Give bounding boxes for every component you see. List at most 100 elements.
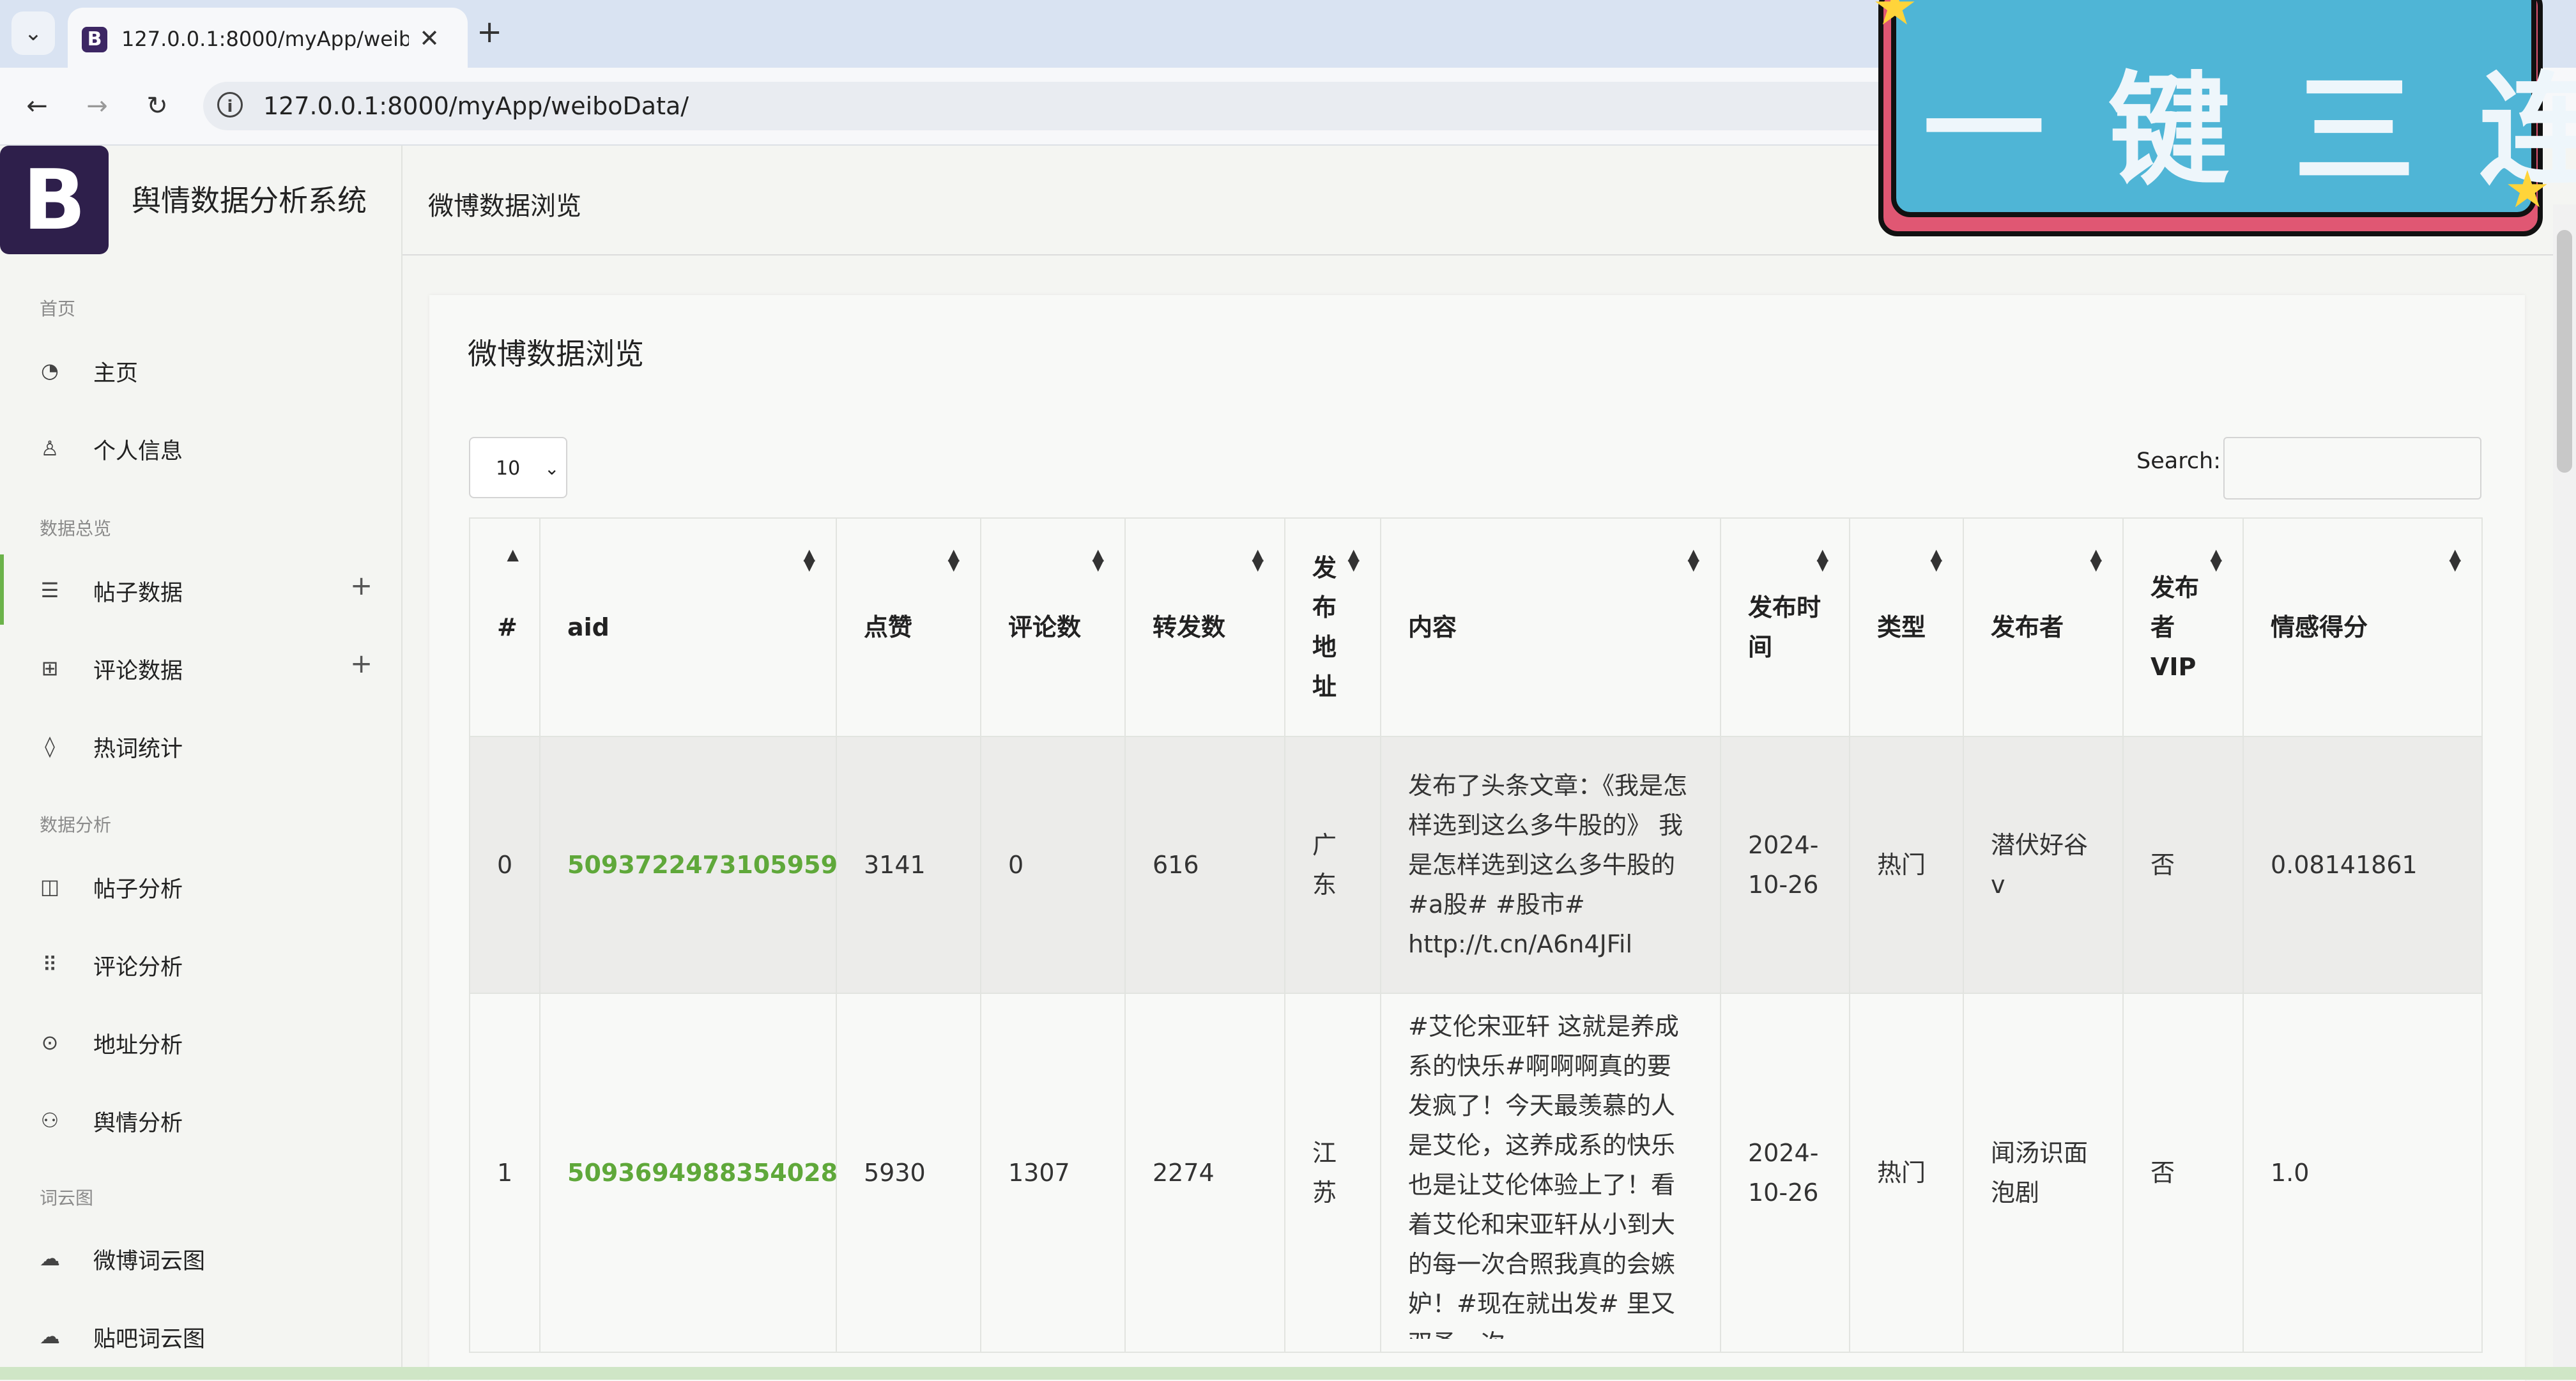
section-label-home: 首页 [40, 298, 76, 319]
column-header[interactable]: ▲ ▼ 转发数 [1124, 517, 1285, 737]
grid-icon: ⠿ [42, 952, 57, 977]
reload-icon[interactable]: ↻ [135, 84, 179, 128]
cell-location: 江苏 [1284, 993, 1381, 1353]
sidebar-item-weibo-wordcloud[interactable]: ☁ 微博词云图 [0, 1223, 401, 1293]
cell-likes: 5930 [836, 993, 981, 1353]
sort-icon: ▲ ▼ [1092, 546, 1104, 574]
sidebar-item-comment-data[interactable]: ⊞ 评论数据 + [0, 632, 401, 703]
column-header[interactable]: ▲ ▼ 类型 [1849, 517, 1964, 737]
data-card: 微博数据浏览 10 ⌄ Search: ▲ # ▲ ▼ aid ▲ ▼ 点赞 ▲ ▼ 评论数 … [429, 295, 2525, 1381]
list-icon: ☰ [40, 578, 59, 602]
sidebar-item-label: 个人信息 [93, 439, 183, 464]
expand-plus-icon[interactable]: + [350, 648, 372, 679]
cell-comments: 0 [980, 736, 1126, 994]
card-title: 微博数据浏览 [468, 337, 644, 371]
table-header-row: ▲ # ▲ ▼ aid ▲ ▼ 点赞 ▲ ▼ 评论数 ▲ ▼ 转发数 ▲ ▼ 发布地址 ▲ ▼ 内容 ▲ ▼… [469, 517, 2483, 737]
column-header[interactable]: ▲ ▼ 情感得分 [2242, 517, 2483, 737]
sidebar-item-label: 主页 [93, 361, 139, 386]
sidebar-item-location-analysis[interactable]: ⊙ 地址分析 [0, 1007, 401, 1077]
cell-reposts: 2274 [1124, 993, 1285, 1353]
sort-icon: ▲ ▼ [2449, 546, 2461, 574]
cell-index: 1 [469, 993, 540, 1353]
sidebar-item-label: 评论分析 [93, 955, 183, 980]
cell-aid-link[interactable]: 5093722473105959 [539, 736, 838, 994]
section-label-analysis: 数据分析 [40, 814, 112, 835]
sort-icon: ▲ [507, 546, 519, 563]
column-header[interactable]: ▲ ▼ 发布时间 [1720, 517, 1850, 737]
cell-likes: 3141 [836, 736, 981, 994]
book-icon: ⊞ [41, 656, 59, 680]
cell-type: 热门 [1849, 993, 1964, 1353]
site-info-icon[interactable]: i [217, 92, 243, 118]
cell-date: 2024-10-26 [1720, 993, 1850, 1353]
column-header[interactable]: ▲ # [469, 517, 540, 737]
sidebar-item-sentiment-analysis[interactable]: ⚇ 舆情分析 [0, 1085, 401, 1155]
sort-icon: ▲ ▼ [1687, 546, 1699, 574]
cell-content: #艾伦宋亚轩 这就是养成系的快乐#啊啊啊真的要发疯了！今天最羡慕的人是艾伦，这养… [1380, 993, 1721, 1353]
sidebar-item-hotword[interactable]: ◊ 热词统计 [0, 710, 401, 781]
sidebar-item-home[interactable]: ◔ 主页 [0, 335, 401, 405]
flame-icon: ◊ [45, 734, 55, 758]
column-header[interactable]: ▲ ▼ 发布者 [1963, 517, 2124, 737]
section-label-overview: 数据总览 [40, 518, 112, 539]
cell-aid-link[interactable]: 5093694988354028 [539, 993, 838, 1353]
column-header[interactable]: ▲ ▼ 发布者VIP [2122, 517, 2244, 737]
expand-plus-icon[interactable]: + [350, 570, 372, 601]
star-icon: ★ [1872, 0, 1918, 36]
badge-text: 一键三连 [1923, 60, 2576, 201]
sort-icon: ▲ ▼ [1347, 546, 1360, 574]
new-tab-button[interactable]: + [477, 14, 502, 50]
sidebar-item-label: 地址分析 [93, 1033, 183, 1058]
column-header[interactable]: ▲ ▼ 内容 [1380, 517, 1721, 737]
page-length-select[interactable]: 10 ⌄ [469, 437, 567, 498]
tab-search-button[interactable]: ⌄ [12, 11, 55, 55]
column-header[interactable]: ▲ ▼ aid [539, 517, 837, 737]
sidebar-item-tieba-wordcloud[interactable]: ☁ 贴吧词云图 [0, 1301, 401, 1371]
column-header[interactable]: ▲ ▼ 评论数 [980, 517, 1126, 737]
sort-icon: ▲ ▼ [2210, 546, 2222, 574]
logo: B [0, 146, 109, 254]
column-header[interactable]: ▲ ▼ 发布地址 [1284, 517, 1381, 737]
cell-index: 0 [469, 736, 540, 994]
column-header[interactable]: ▲ ▼ 点赞 [836, 517, 981, 737]
sidebar-item-label: 微博词云图 [93, 1249, 206, 1274]
sidebar-item-label: 贴吧词云图 [93, 1327, 206, 1352]
search-input[interactable] [2223, 437, 2481, 500]
data-table: ▲ # ▲ ▼ aid ▲ ▼ 点赞 ▲ ▼ 评论数 ▲ ▼ 转发数 ▲ ▼ 发布地址 ▲ ▼ 内容 ▲ ▼… [469, 517, 2483, 1353]
sort-icon: ▲ ▼ [1816, 546, 1828, 574]
content-text: #艾伦宋亚轩 这就是养成系的快乐#啊啊啊真的要发疯了！今天最羡慕的人是艾伦，这养… [1408, 1012, 1679, 1339]
user-icon: ♙ [40, 436, 59, 461]
forward-icon[interactable]: → [75, 84, 119, 128]
page-length-value: 10 [496, 457, 521, 480]
back-icon[interactable]: ← [15, 84, 59, 128]
content-text: 发布了头条文章：《我是怎样选到这么多牛股的》 我是怎样选到这么多牛股的#a股# … [1408, 772, 1688, 958]
section-label-wordcloud: 词云图 [40, 1187, 94, 1209]
sort-icon: ▲ ▼ [1930, 546, 1942, 574]
sidebar-item-label: 评论数据 [93, 659, 183, 684]
cell-sentiment: 1.0 [2242, 993, 2483, 1353]
people-icon: ⚇ [40, 1108, 59, 1133]
sidebar-item-comment-analysis[interactable]: ⠿ 评论分析 [0, 929, 401, 999]
browser-tab[interactable]: B 127.0.0.1:8000/myApp/weiboData/ ✕ [68, 8, 468, 68]
scrollbar-thumb[interactable] [2557, 230, 2572, 473]
table-row: 0 5093722473105959 3141 0 616 广东 发布了头条文章… [469, 736, 2483, 994]
sidebar-item-profile[interactable]: ♙ 个人信息 [0, 413, 401, 483]
vertical-scrollbar[interactable] [2553, 204, 2576, 1380]
search-label: Search: [2136, 448, 2221, 474]
promo-badge: 一键三连 ★ ★ [1872, 0, 2576, 243]
cloud-icon: ☁ [40, 1324, 60, 1348]
sidebar-item-label: 帖子数据 [93, 581, 183, 606]
cell-type: 热门 [1849, 736, 1964, 994]
sidebar-item-label: 热词统计 [93, 736, 183, 762]
sort-icon: ▲ ▼ [947, 546, 960, 574]
close-tab-icon[interactable]: ✕ [413, 22, 446, 55]
tab-title: 127.0.0.1:8000/myApp/weiboData/ [121, 27, 409, 51]
sidebar-item-post-data[interactable]: ☰ 帖子数据 + [0, 554, 401, 625]
sidebar-item-post-analysis[interactable]: ◫ 帖子分析 [0, 851, 401, 921]
cell-author: 闻汤识面泡剧 [1963, 993, 2124, 1353]
cell-sentiment: 0.08141861 [2242, 736, 2483, 994]
cell-author: 潜伏好谷v [1963, 736, 2124, 994]
chevron-down-icon: ⌄ [24, 20, 43, 46]
cell-reposts: 616 [1124, 736, 1285, 994]
sort-icon: ▲ ▼ [2090, 546, 2102, 574]
